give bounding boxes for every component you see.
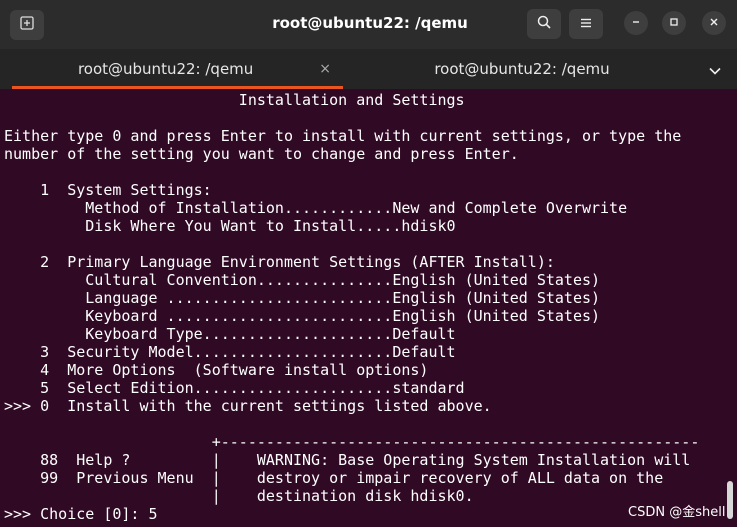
terminal-output[interactable]: Installation and Settings Either type 0 … (0, 89, 737, 527)
menu-button[interactable] (569, 9, 603, 39)
terminal-line: Keyboard Type.....................Defaul… (4, 325, 456, 343)
terminal-prompt-line: >>> Choice [0]: 5 (4, 505, 158, 523)
terminal-line: Disk Where You Want to Install.....hdisk… (4, 217, 456, 235)
terminal-line: Cultural Convention...............Englis… (4, 271, 601, 289)
terminal-line: 4 More Options (Software install options… (4, 361, 429, 379)
minimize-button[interactable] (624, 11, 648, 35)
terminal-line: +---------------------------------------… (4, 433, 700, 451)
tab-label: root@ubuntu22: /qemu (434, 60, 610, 78)
terminal-line: Installation and Settings (4, 91, 465, 109)
terminal-line: Language .........................Englis… (4, 289, 601, 307)
terminal-line: 88 Help ? | WARNING: Base Operating Syst… (4, 451, 691, 469)
maximize-icon (669, 16, 679, 30)
terminal-line: 3 Security Model......................De… (4, 343, 456, 361)
tab-terminal-2[interactable]: root@ubuntu22: /qemu (357, 49, 687, 89)
terminal-line: Keyboard .........................Englis… (4, 307, 601, 325)
terminal-scrollbar[interactable] (727, 481, 733, 519)
tab-bar: root@ubuntu22: /qemu × root@ubuntu22: /q… (0, 49, 737, 89)
terminal-line: | destination disk hdisk0. (4, 487, 474, 505)
terminal-line: 5 Select Edition......................st… (4, 379, 465, 397)
close-icon (709, 16, 719, 30)
close-button[interactable] (702, 11, 726, 35)
hamburger-menu-icon (579, 15, 593, 34)
minimize-icon (631, 16, 641, 30)
tabs-dropdown-button[interactable] (700, 57, 730, 81)
tab-label: root@ubuntu22: /qemu (77, 60, 254, 78)
title-bar: root@ubuntu22: /qemu (0, 0, 737, 49)
tab-terminal-1[interactable]: root@ubuntu22: /qemu × (12, 49, 343, 89)
new-tab-icon (19, 15, 35, 35)
watermark: CSDN @金shell (628, 505, 726, 520)
terminal-line: 2 Primary Language Environment Settings … (4, 253, 555, 271)
terminal-line: number of the setting you want to change… (4, 145, 519, 163)
search-icon (536, 14, 552, 34)
chevron-down-icon (709, 60, 721, 79)
terminal-line: >>> 0 Install with the current settings … (4, 397, 492, 415)
maximize-button[interactable] (662, 11, 686, 35)
terminal-line: Either type 0 and press Enter to install… (4, 127, 682, 145)
new-tab-button[interactable] (10, 10, 44, 40)
search-button[interactable] (527, 9, 561, 39)
terminal-line: 99 Previous Menu | destroy or impair rec… (4, 469, 664, 487)
window-title: root@ubuntu22: /qemu (272, 14, 468, 32)
terminal-line: 1 System Settings: (4, 181, 212, 199)
tab-close-button[interactable]: × (319, 61, 331, 77)
terminal-line: Method of Installation............New an… (4, 199, 628, 217)
